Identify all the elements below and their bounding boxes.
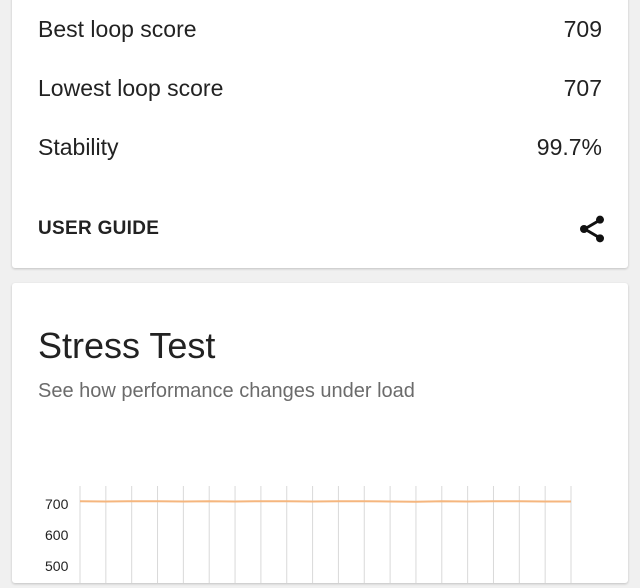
- lowest-loop-score-value: 707: [563, 74, 602, 101]
- card-actions: USER GUIDE: [38, 209, 604, 249]
- share-button[interactable]: [574, 211, 610, 247]
- score-summary-card: Best loop score 709 Lowest loop score 70…: [12, 0, 628, 268]
- lowest-loop-score-row: Lowest loop score 707: [38, 68, 602, 108]
- best-loop-score-value: 709: [563, 15, 602, 42]
- chart-y-tick-label: 500: [45, 558, 69, 574]
- stability-label: Stability: [38, 133, 119, 160]
- share-icon: [580, 215, 604, 243]
- stability-row: Stability 99.7%: [38, 127, 602, 167]
- chart-y-tick-label: 600: [45, 527, 69, 543]
- stress-test-title: Stress Test: [38, 325, 216, 366]
- user-guide-button[interactable]: USER GUIDE: [38, 218, 159, 240]
- chart-series-line: [79, 500, 571, 503]
- stress-test-chart-svg: 700 600 500: [45, 486, 572, 588]
- stress-test-subtitle: See how performance changes under load: [38, 380, 415, 402]
- stability-value: 99.7%: [536, 133, 602, 160]
- stress-test-card: Stress Test See how performance changes …: [12, 283, 628, 588]
- stress-test-chart: 700 600 500: [12, 463, 628, 588]
- lowest-loop-score-label: Lowest loop score: [38, 74, 224, 101]
- best-loop-score-row: Best loop score 709: [38, 9, 602, 49]
- chart-y-tick-label: 700: [45, 496, 69, 512]
- best-loop-score-label: Best loop score: [38, 15, 197, 42]
